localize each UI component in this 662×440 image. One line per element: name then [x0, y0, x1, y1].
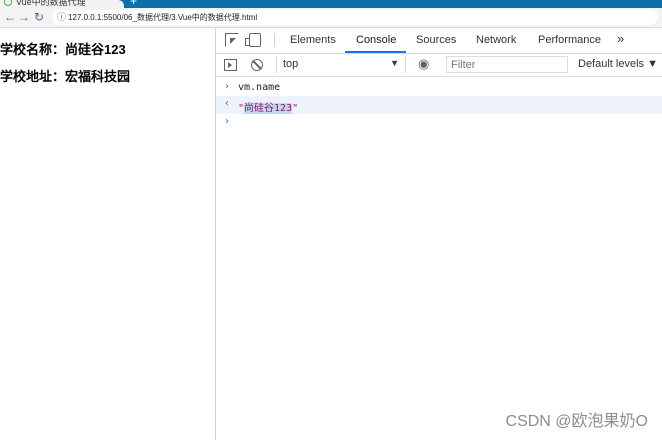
console-prompt-line[interactable]: › — [216, 114, 662, 132]
tab-sources[interactable]: Sources — [416, 34, 456, 46]
tab-elements[interactable]: Elements — [290, 34, 336, 46]
close-quote: " — [292, 103, 299, 114]
tab-performance[interactable]: Performance — [538, 34, 601, 46]
active-tab-indicator — [345, 51, 406, 53]
url-text: 127.0.0.1:5500/06_数据代理/3.Vue中的数据代理.html — [68, 13, 258, 22]
live-expression-eye-icon[interactable]: ◉ — [418, 56, 429, 72]
prompt-chevron-icon: › — [224, 116, 231, 127]
url-field[interactable]: ⓘ 127.0.0.1:5500/06_数据代理/3.Vue中的数据代理.htm… — [52, 10, 658, 25]
clear-console-icon[interactable] — [251, 59, 263, 71]
devtools-panel: Elements Console Sources Network Perform… — [215, 28, 662, 440]
school-name-heading: 学校名称：尚硅谷123 — [0, 42, 126, 57]
site-info-icon[interactable]: ⓘ — [57, 10, 66, 23]
dropdown-arrow-icon: ▼ — [390, 58, 399, 68]
devtools-tab-toolbar: Elements Console Sources Network Perform… — [216, 28, 662, 54]
result-string-value: 尚硅谷123 — [244, 103, 293, 114]
address-bar: ← → ↻ ⓘ 127.0.0.1:5500/06_数据代理/3.Vue中的数据… — [0, 8, 662, 28]
result-arrow-icon: ‹ — [224, 98, 231, 109]
tab-network[interactable]: Network — [476, 34, 516, 46]
log-levels-dropdown[interactable]: Default levels ▼ — [578, 58, 658, 70]
device-toolbar-icon[interactable] — [245, 33, 261, 47]
console-output: › vm.name ‹ "尚硅谷123" › — [216, 77, 662, 440]
forward-icon[interactable]: → — [18, 10, 30, 24]
console-result[interactable]: "尚硅谷123" — [238, 99, 298, 114]
inspect-element-icon[interactable] — [225, 33, 239, 47]
browser-tab-bar: Vue中的数据代理 + — [0, 0, 662, 8]
context-selector[interactable]: top ▼ — [276, 56, 406, 73]
reload-icon[interactable]: ↻ — [34, 10, 44, 24]
console-result-line: ‹ "尚硅谷123" — [216, 96, 662, 114]
more-tabs-icon[interactable]: » — [617, 31, 624, 46]
browser-tab-title: Vue中的数据代理 — [16, 0, 86, 7]
watermark: CSDN @欧泡果奶O — [505, 413, 648, 430]
console-filter-input[interactable] — [446, 56, 568, 73]
console-sidebar-icon[interactable] — [224, 59, 237, 71]
console-command: vm.name — [238, 82, 281, 93]
back-icon[interactable]: ← — [4, 10, 16, 24]
input-chevron-icon: › — [224, 81, 231, 92]
console-input-line: › vm.name — [216, 79, 662, 97]
page-content: 学校名称：尚硅谷123 学校地址：宏福科技园 — [0, 28, 215, 440]
browser-tab[interactable]: Vue中的数据代理 — [0, 0, 124, 8]
favicon-icon — [4, 0, 12, 6]
context-label: top — [283, 58, 299, 70]
new-tab-button[interactable]: + — [130, 0, 137, 8]
toolbar-divider — [274, 33, 275, 47]
console-toolbar: top ▼ ◉ Default levels ▼ — [216, 54, 662, 77]
tab-console[interactable]: Console — [356, 34, 396, 46]
school-address-heading: 学校地址：宏福科技园 — [0, 69, 131, 84]
